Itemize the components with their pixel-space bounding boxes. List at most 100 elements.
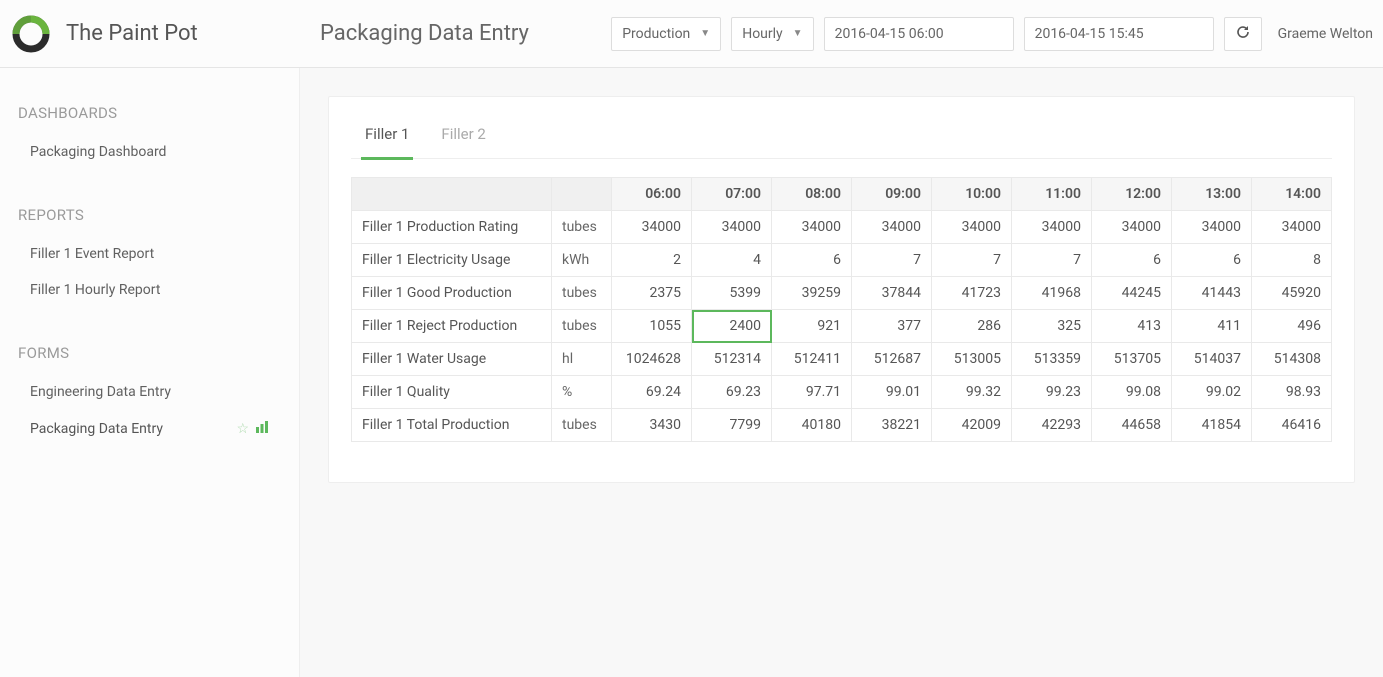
data-cell[interactable]: 2: [612, 244, 692, 277]
data-cell[interactable]: 99.02: [1172, 376, 1252, 409]
sidebar-item-label: Packaging Dashboard: [30, 144, 166, 160]
column-header: 12:00: [1092, 178, 1172, 211]
from-datetime-value: 2016-04-15 06:00: [835, 26, 944, 42]
data-cell[interactable]: 496: [1252, 310, 1332, 343]
column-header: 08:00: [772, 178, 852, 211]
sidebar-item[interactable]: Packaging Data Entry☆: [0, 410, 299, 448]
data-cell[interactable]: 3430: [612, 409, 692, 442]
data-cell[interactable]: 325: [1012, 310, 1092, 343]
data-cell[interactable]: 41968: [1012, 277, 1092, 310]
sidebar-item[interactable]: Filler 1 Event Report: [0, 236, 299, 272]
data-cell[interactable]: 513705: [1092, 343, 1172, 376]
view-select[interactable]: Production ▼: [611, 17, 721, 51]
refresh-button[interactable]: [1224, 17, 1262, 51]
row-unit: hl: [552, 343, 612, 376]
data-cell[interactable]: 6: [1172, 244, 1252, 277]
data-cell[interactable]: 41443: [1172, 277, 1252, 310]
data-cell[interactable]: 41854: [1172, 409, 1252, 442]
data-cell[interactable]: 38221: [852, 409, 932, 442]
bar-chart-icon[interactable]: [255, 420, 269, 438]
sidebar-item[interactable]: Packaging Dashboard: [0, 134, 299, 170]
data-cell[interactable]: 513005: [932, 343, 1012, 376]
data-cell[interactable]: 512687: [852, 343, 932, 376]
data-cell[interactable]: 34000: [1092, 211, 1172, 244]
layout: DASHBOARDSPackaging DashboardREPORTSFill…: [0, 68, 1383, 677]
interval-select[interactable]: Hourly ▼: [731, 17, 813, 51]
data-cell[interactable]: 5399: [692, 277, 772, 310]
data-cell[interactable]: 7: [852, 244, 932, 277]
row-unit: kWh: [552, 244, 612, 277]
data-cell[interactable]: 99.23: [1012, 376, 1092, 409]
data-cell[interactable]: 6: [772, 244, 852, 277]
data-cell[interactable]: 42293: [1012, 409, 1092, 442]
to-datetime-input[interactable]: 2016-04-15 15:45: [1024, 17, 1214, 51]
data-cell[interactable]: 413: [1092, 310, 1172, 343]
view-select-value: Production: [622, 26, 690, 42]
data-cell[interactable]: 34000: [1172, 211, 1252, 244]
data-cell[interactable]: 46416: [1252, 409, 1332, 442]
data-cell[interactable]: 8: [1252, 244, 1332, 277]
sidebar-item[interactable]: Engineering Data Entry: [0, 374, 299, 410]
user-name[interactable]: Graeme Welton: [1272, 26, 1373, 42]
sidebar-section: DASHBOARDSPackaging Dashboard: [0, 98, 299, 170]
data-cell[interactable]: 42009: [932, 409, 1012, 442]
data-cell[interactable]: 377: [852, 310, 932, 343]
row-label: Filler 1 Total Production: [352, 409, 552, 442]
data-cell[interactable]: 34000: [1252, 211, 1332, 244]
data-cell[interactable]: 34000: [932, 211, 1012, 244]
data-cell[interactable]: 7799: [692, 409, 772, 442]
row-unit: tubes: [552, 277, 612, 310]
brand-name: The Paint Pot: [66, 21, 198, 46]
card: Filler 1 Filler 2 06:0007:0008:0009:0010:…: [328, 96, 1355, 483]
data-cell[interactable]: 34000: [1012, 211, 1092, 244]
data-cell[interactable]: 514308: [1252, 343, 1332, 376]
data-cell[interactable]: 6: [1092, 244, 1172, 277]
data-cell[interactable]: 514037: [1172, 343, 1252, 376]
data-cell[interactable]: 69.23: [692, 376, 772, 409]
table-row: Filler 1 Total Productiontubes3430779940…: [352, 409, 1332, 442]
data-cell[interactable]: 37844: [852, 277, 932, 310]
tab[interactable]: Filler 1: [361, 115, 413, 160]
data-cell[interactable]: 99.32: [932, 376, 1012, 409]
data-cell[interactable]: 7: [1012, 244, 1092, 277]
main: Filler 1 Filler 2 06:0007:0008:0009:0010:…: [300, 68, 1383, 677]
data-cell[interactable]: 34000: [612, 211, 692, 244]
tab[interactable]: Filler 2: [437, 115, 489, 160]
data-cell[interactable]: 98.93: [1252, 376, 1332, 409]
header-controls: Production ▼ Hourly ▼ 2016-04-15 06:00 2…: [611, 17, 1373, 51]
data-cell[interactable]: 45920: [1252, 277, 1332, 310]
data-cell[interactable]: 411: [1172, 310, 1252, 343]
data-cell[interactable]: 40180: [772, 409, 852, 442]
data-cell[interactable]: 512314: [692, 343, 772, 376]
table-wrapper: 06:0007:0008:0009:0010:0011:0012:0013:00…: [351, 177, 1332, 442]
data-cell[interactable]: 1024628: [612, 343, 692, 376]
interval-select-value: Hourly: [742, 26, 782, 42]
data-cell[interactable]: 512411: [772, 343, 852, 376]
data-cell[interactable]: 513359: [1012, 343, 1092, 376]
data-cell[interactable]: 39259: [772, 277, 852, 310]
sidebar-item-icons: ☆: [236, 420, 269, 438]
data-cell[interactable]: 97.71: [772, 376, 852, 409]
sidebar-item[interactable]: Filler 1 Hourly Report: [0, 272, 299, 308]
data-cell[interactable]: 34000: [692, 211, 772, 244]
data-cell[interactable]: 34000: [852, 211, 932, 244]
data-cell[interactable]: 41723: [932, 277, 1012, 310]
data-cell[interactable]: 1055: [612, 310, 692, 343]
refresh-icon: [1235, 24, 1251, 43]
data-cell[interactable]: 921: [772, 310, 852, 343]
data-cell[interactable]: 99.08: [1092, 376, 1172, 409]
data-cell[interactable]: 34000: [772, 211, 852, 244]
data-cell[interactable]: 4: [692, 244, 772, 277]
data-cell[interactable]: 2375: [612, 277, 692, 310]
data-cell[interactable]: 44658: [1092, 409, 1172, 442]
data-cell[interactable]: 286: [932, 310, 1012, 343]
from-datetime-input[interactable]: 2016-04-15 06:00: [824, 17, 1014, 51]
row-unit: tubes: [552, 409, 612, 442]
data-cell[interactable]: 7: [932, 244, 1012, 277]
data-cell[interactable]: 2400: [692, 310, 772, 343]
data-cell[interactable]: 69.24: [612, 376, 692, 409]
data-cell[interactable]: 99.01: [852, 376, 932, 409]
star-icon[interactable]: ☆: [236, 421, 249, 437]
tabs: Filler 1 Filler 2: [351, 115, 1332, 159]
data-cell[interactable]: 44245: [1092, 277, 1172, 310]
